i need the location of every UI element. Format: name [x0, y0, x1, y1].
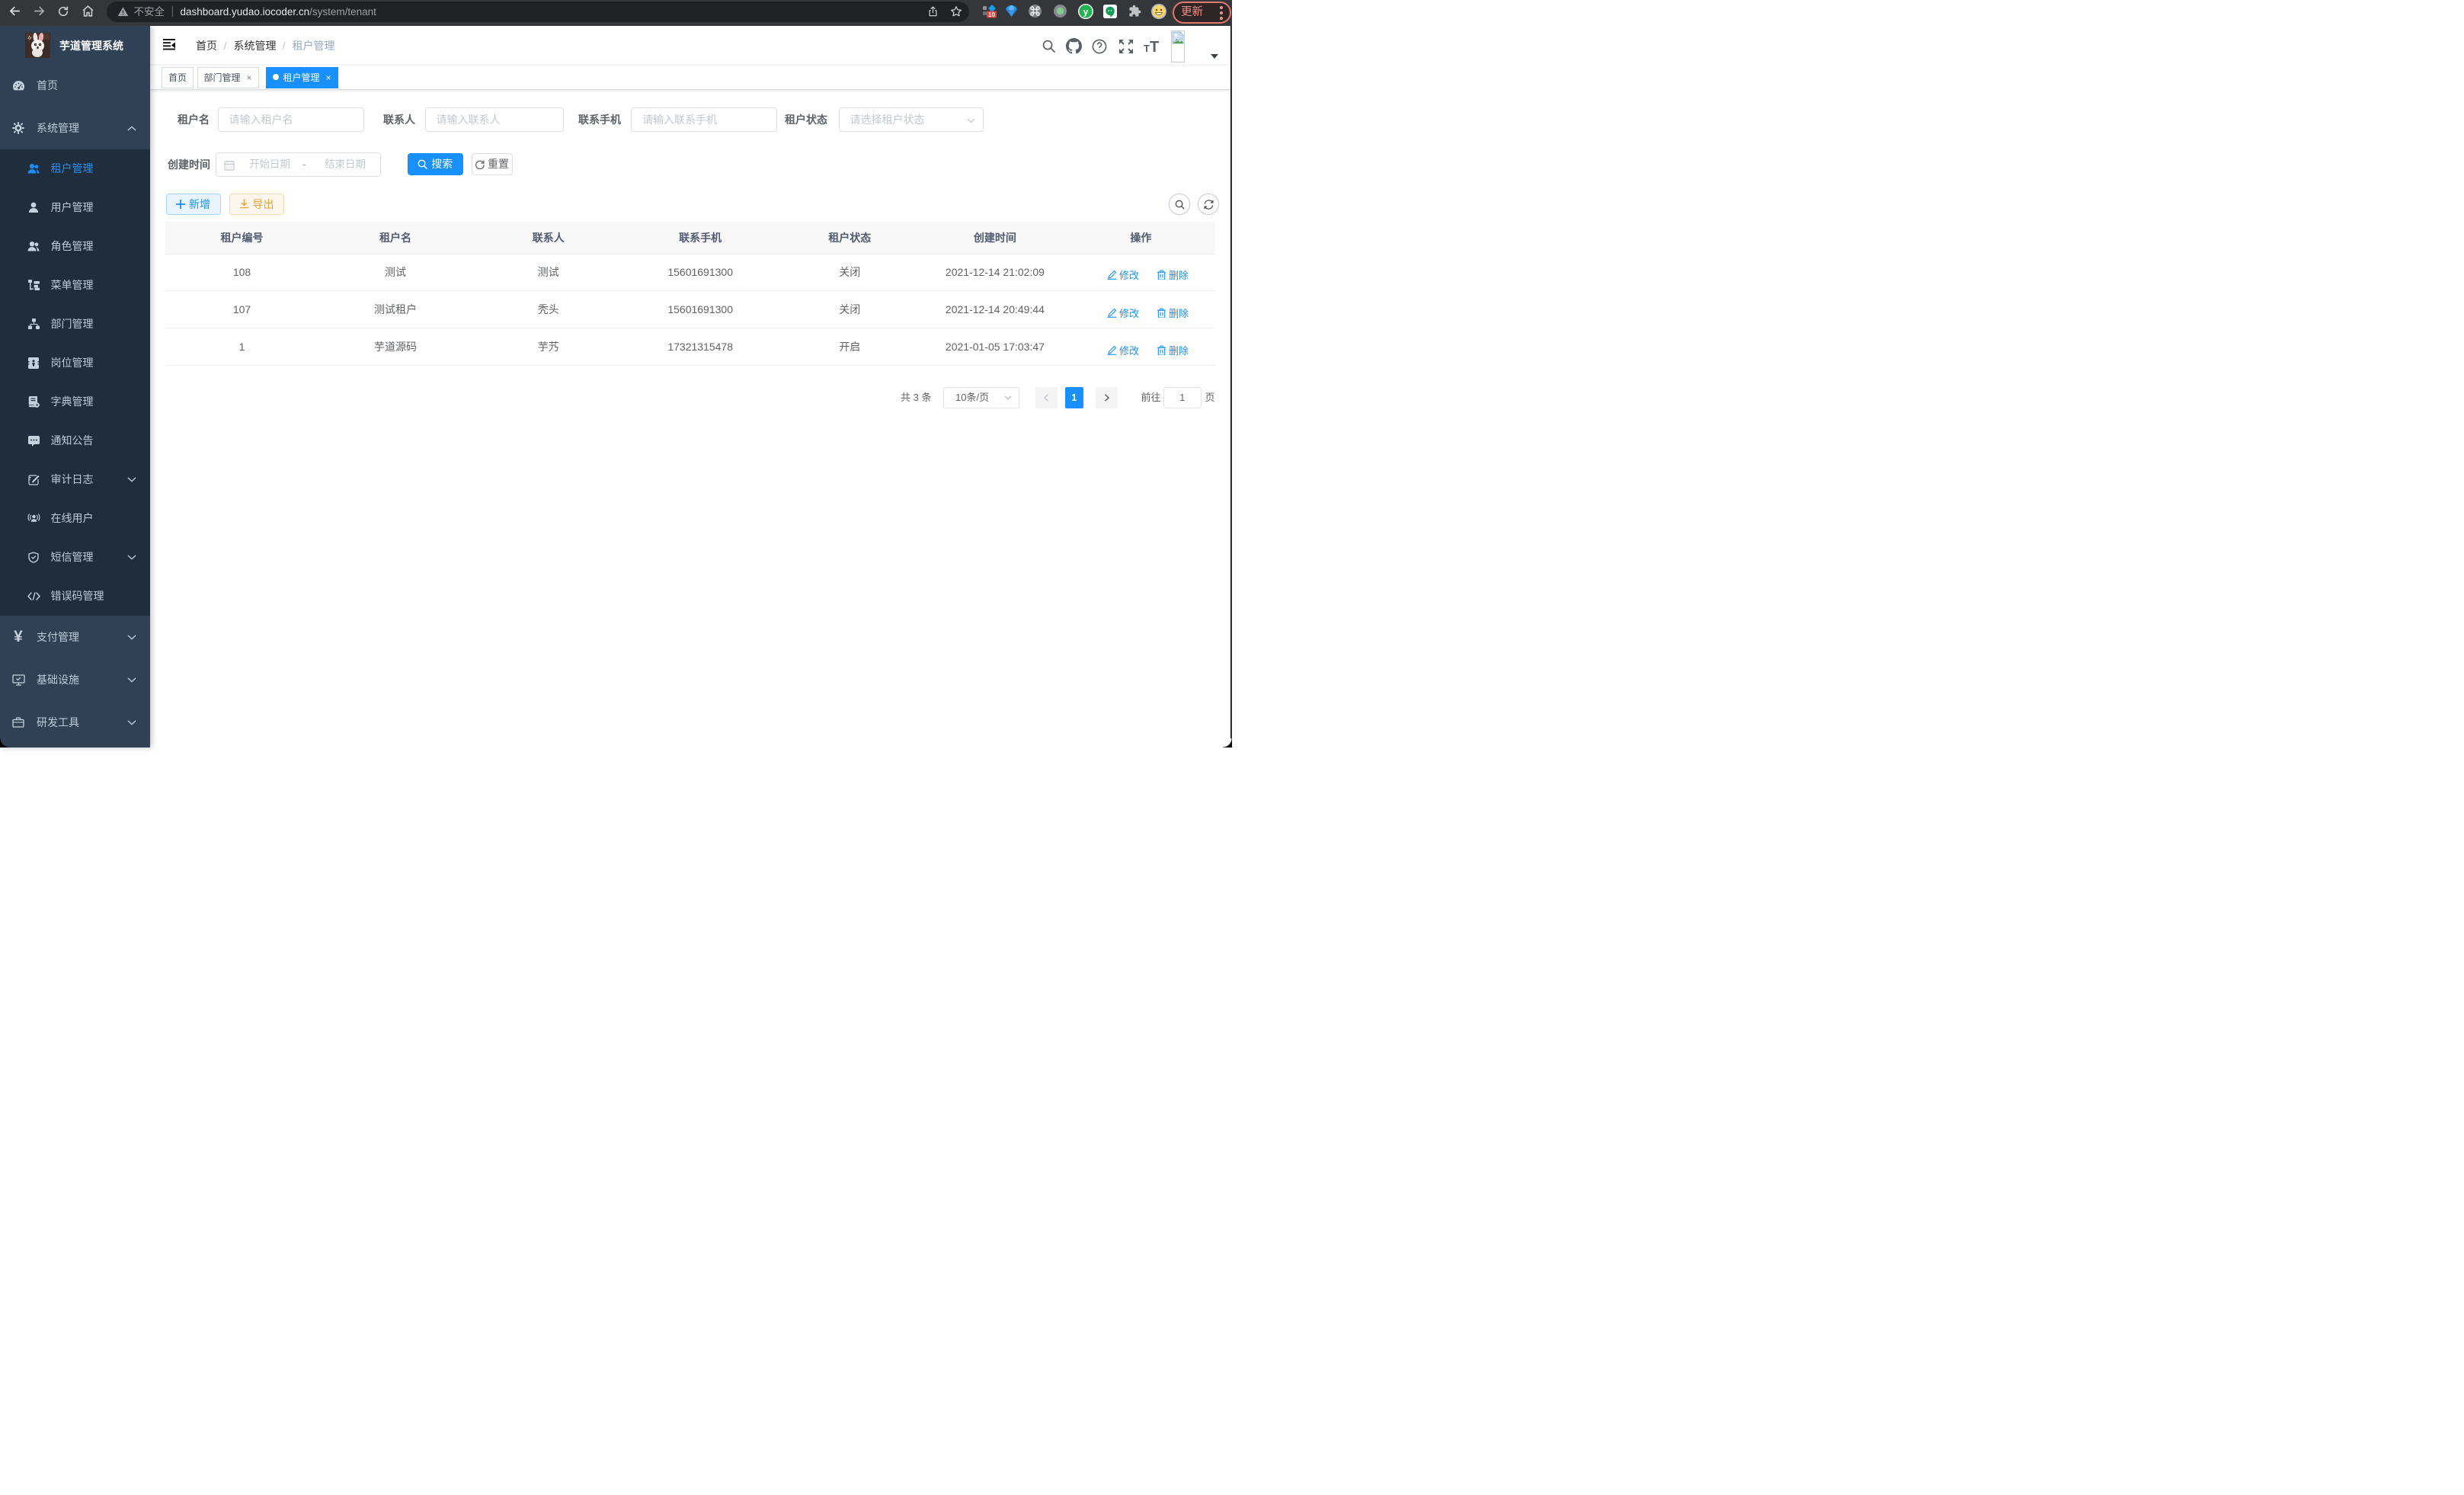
svg-text:10: 10 [988, 11, 995, 18]
svg-text:y: y [1083, 6, 1088, 17]
